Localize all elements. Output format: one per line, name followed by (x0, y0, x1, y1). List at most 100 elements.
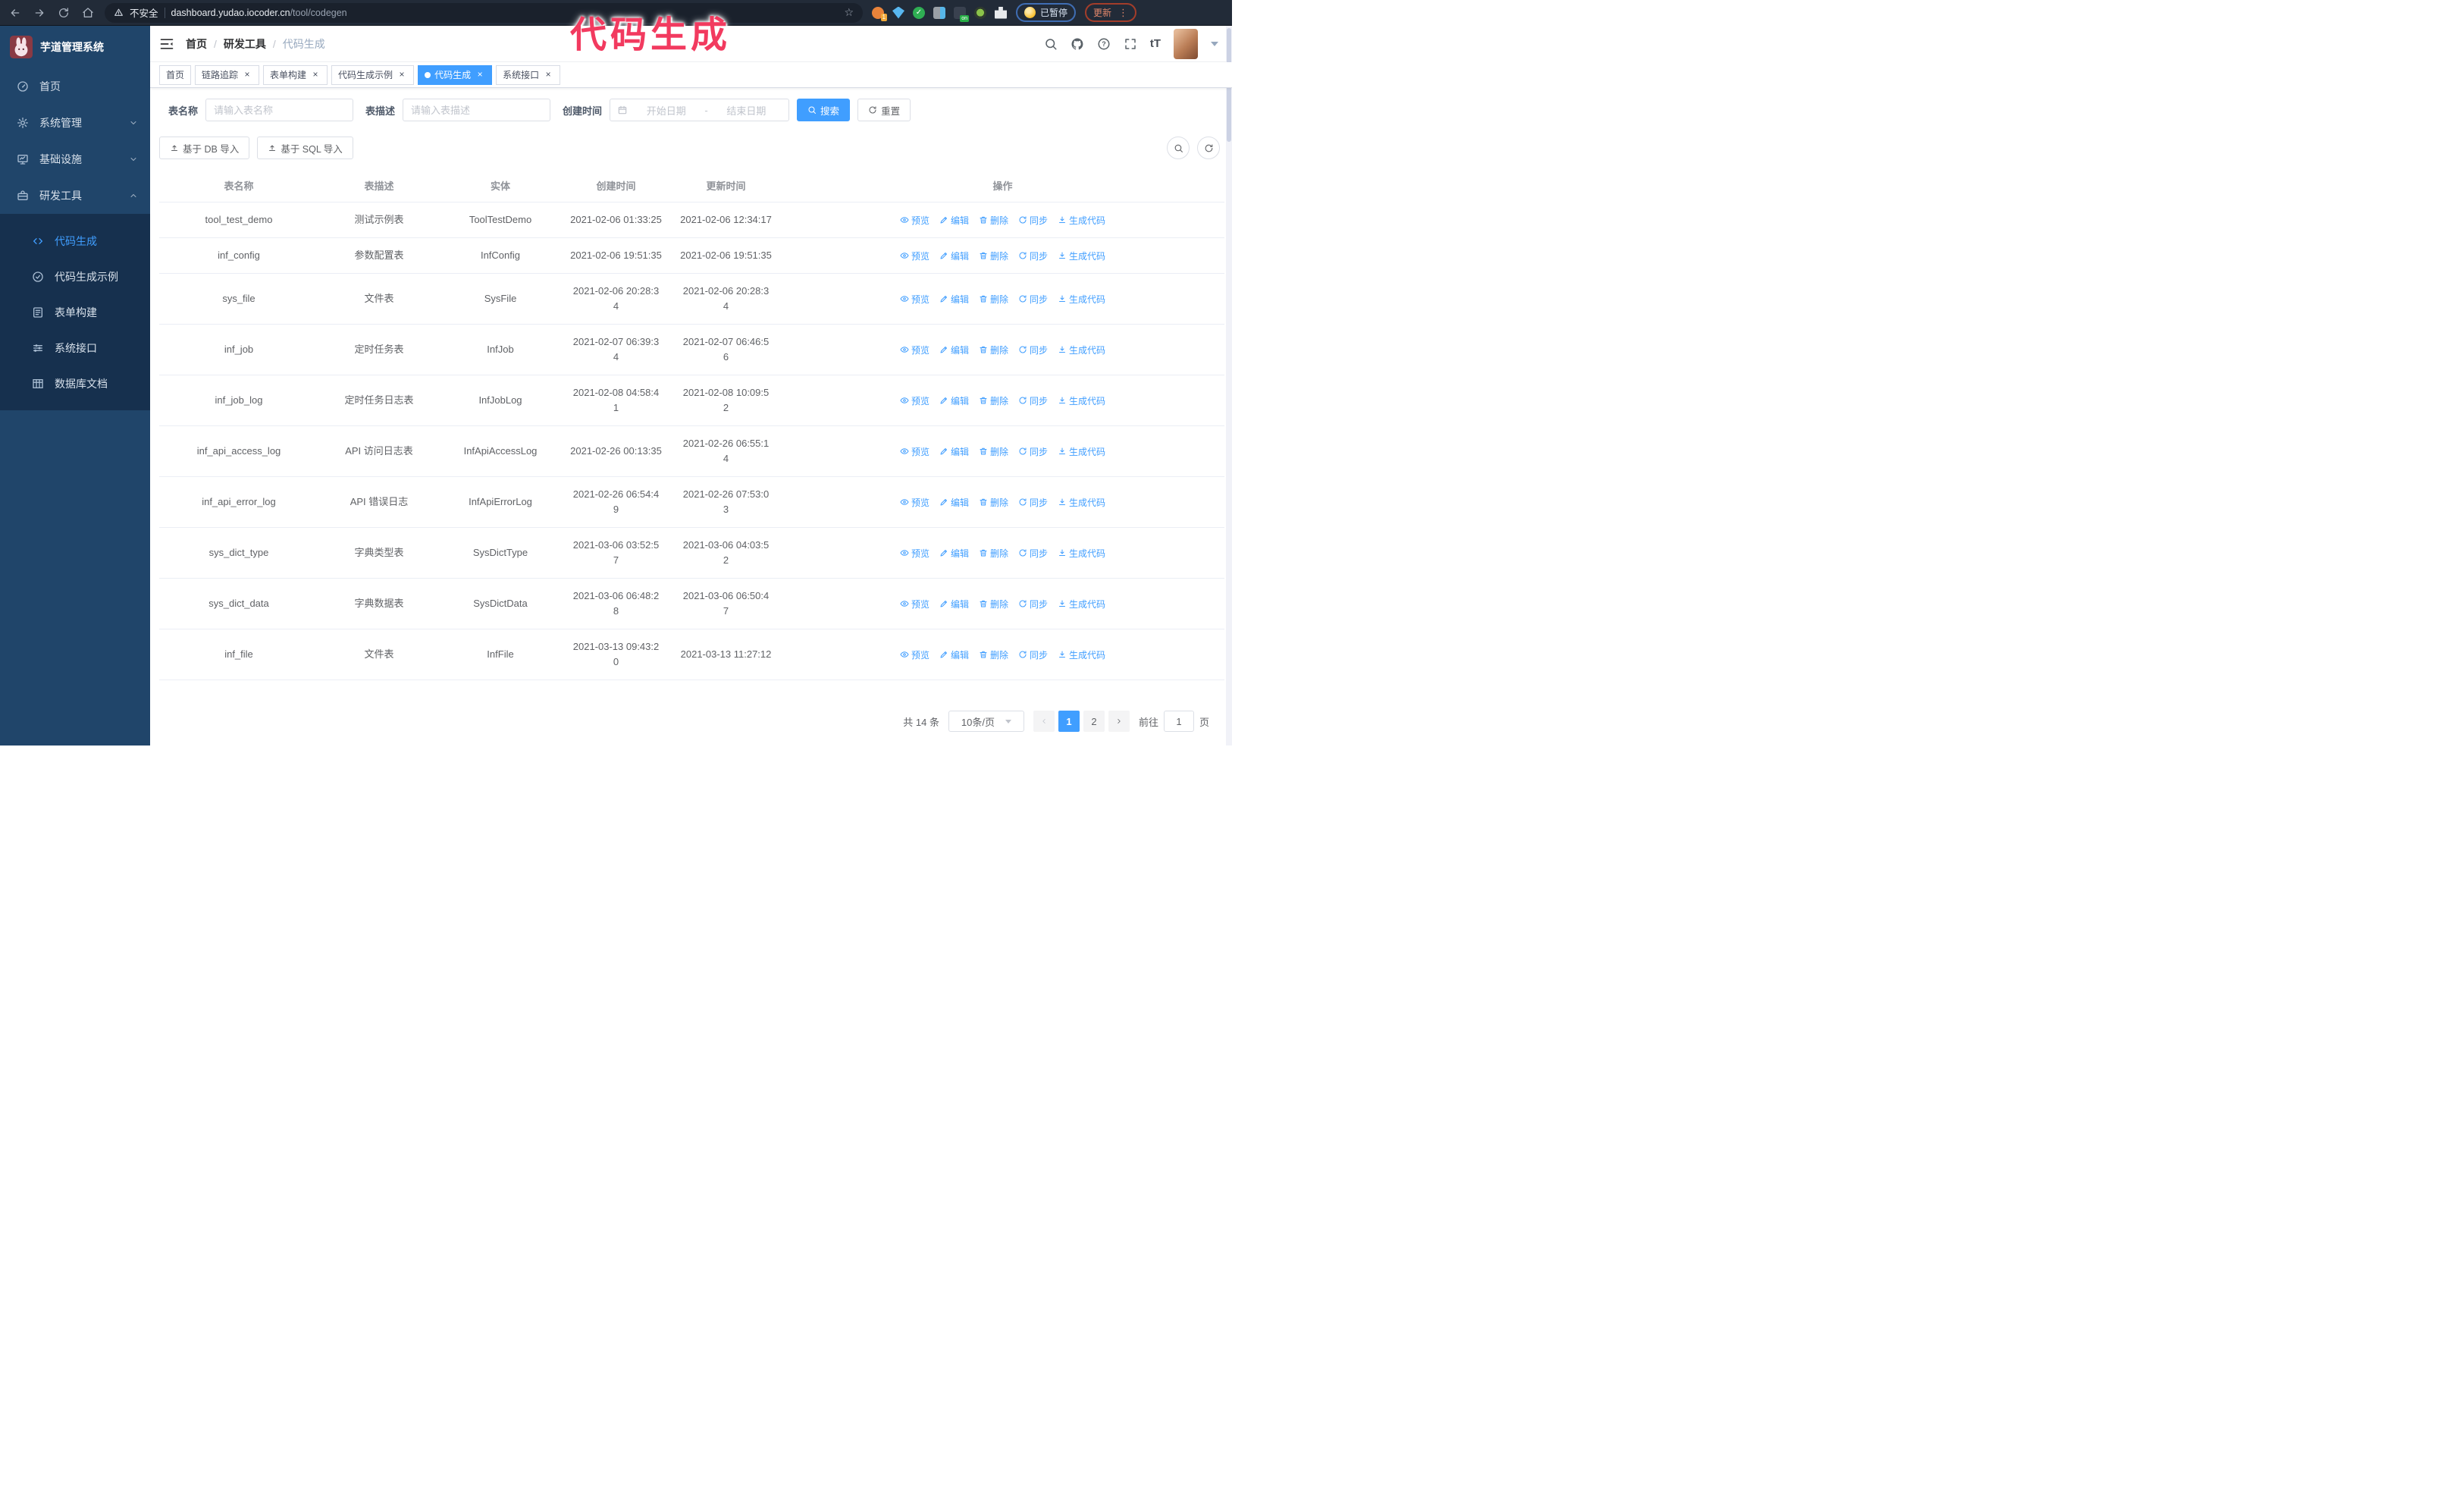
tab-代码生成示例[interactable]: 代码生成示例 × (331, 64, 415, 85)
extension-icon[interactable]: 1 (872, 6, 887, 21)
sidebar-subitem-代码生成[interactable]: 代码生成 (0, 223, 150, 259)
action-生成代码[interactable]: 生成代码 (1058, 496, 1105, 509)
action-预览[interactable]: 预览 (900, 214, 929, 227)
action-编辑[interactable]: 编辑 (939, 293, 969, 306)
action-预览[interactable]: 预览 (900, 598, 929, 611)
address-bar[interactable]: 不安全 dashboard.yudao.iocoder.cn/tool/code… (105, 2, 863, 23)
extension-monkey-icon[interactable] (974, 6, 986, 19)
extension-icon[interactable] (892, 6, 904, 19)
sidebar-item-基础设施[interactable]: 基础设施 (0, 141, 150, 177)
sidebar-subitem-表单构建[interactable]: 表单构建 (0, 294, 150, 330)
user-menu-caret-icon[interactable] (1211, 41, 1218, 46)
action-删除[interactable]: 删除 (979, 547, 1008, 560)
table-name-input[interactable] (205, 99, 354, 121)
fullscreen-icon[interactable] (1124, 37, 1137, 51)
import-db-button[interactable]: 基于 DB 导入 (159, 137, 250, 159)
action-编辑[interactable]: 编辑 (939, 547, 969, 560)
action-生成代码[interactable]: 生成代码 (1058, 250, 1105, 262)
action-同步[interactable]: 同步 (1018, 394, 1048, 407)
search-button[interactable]: 搜索 (797, 99, 851, 121)
action-生成代码[interactable]: 生成代码 (1058, 547, 1105, 560)
action-预览[interactable]: 预览 (900, 445, 929, 458)
extensions-puzzle-icon[interactable] (995, 6, 1007, 19)
action-编辑[interactable]: 编辑 (939, 496, 969, 509)
action-生成代码[interactable]: 生成代码 (1058, 648, 1105, 661)
action-删除[interactable]: 删除 (979, 250, 1008, 262)
toggle-search-button[interactable] (1167, 137, 1190, 159)
action-预览[interactable]: 预览 (900, 496, 929, 509)
sidebar-item-系统管理[interactable]: 系统管理 (0, 105, 150, 141)
sidebar-subitem-数据库文档[interactable]: 数据库文档 (0, 366, 150, 401)
action-同步[interactable]: 同步 (1018, 598, 1048, 611)
action-生成代码[interactable]: 生成代码 (1058, 394, 1105, 407)
action-同步[interactable]: 同步 (1018, 214, 1048, 227)
page-button-2[interactable]: 2 (1083, 711, 1105, 732)
action-生成代码[interactable]: 生成代码 (1058, 445, 1105, 458)
docs-question-icon[interactable] (1097, 37, 1111, 51)
extension-icon[interactable] (933, 6, 945, 19)
refresh-table-button[interactable] (1197, 137, 1220, 159)
tab-首页[interactable]: 首页 (159, 64, 192, 85)
import-sql-button[interactable]: 基于 SQL 导入 (257, 137, 353, 159)
action-同步[interactable]: 同步 (1018, 293, 1048, 306)
page-size-select[interactable]: 10条/页 (948, 711, 1024, 732)
browser-forward-icon[interactable] (32, 5, 47, 20)
font-size-icon[interactable]: tT (1150, 37, 1161, 50)
action-删除[interactable]: 删除 (979, 394, 1008, 407)
action-预览[interactable]: 预览 (900, 648, 929, 661)
sidebar-collapse-icon[interactable] (159, 36, 174, 52)
close-icon[interactable]: × (543, 69, 553, 80)
extension-shield-icon[interactable]: ✓ (913, 6, 925, 19)
header-search-icon[interactable] (1044, 37, 1058, 51)
close-icon[interactable]: × (310, 69, 321, 80)
sidebar-item-首页[interactable]: 首页 (0, 68, 150, 105)
action-编辑[interactable]: 编辑 (939, 214, 969, 227)
breadcrumb-item[interactable]: 研发工具 (224, 36, 266, 52)
extension-icon[interactable]: on (954, 6, 969, 22)
browser-update-button[interactable]: 更新 ⋮ (1085, 3, 1137, 22)
action-生成代码[interactable]: 生成代码 (1058, 344, 1105, 356)
action-同步[interactable]: 同步 (1018, 496, 1048, 509)
bookmark-star-icon[interactable]: ☆ (844, 6, 854, 19)
action-生成代码[interactable]: 生成代码 (1058, 293, 1105, 306)
close-icon[interactable]: × (475, 69, 485, 80)
sidebar-subitem-代码生成示例[interactable]: 代码生成示例 (0, 259, 150, 294)
action-删除[interactable]: 删除 (979, 598, 1008, 611)
page-button-1[interactable]: 1 (1058, 711, 1080, 732)
action-删除[interactable]: 删除 (979, 496, 1008, 509)
browser-reload-icon[interactable] (56, 5, 71, 20)
close-icon[interactable]: × (397, 69, 407, 80)
browser-back-icon[interactable] (8, 5, 23, 20)
action-删除[interactable]: 删除 (979, 214, 1008, 227)
tab-系统接口[interactable]: 系统接口 × (496, 64, 561, 85)
action-删除[interactable]: 删除 (979, 648, 1008, 661)
sidebar-subitem-系统接口[interactable]: 系统接口 (0, 330, 150, 366)
github-icon[interactable] (1071, 37, 1084, 51)
action-编辑[interactable]: 编辑 (939, 344, 969, 356)
browser-profile-chip[interactable]: 已暂停 (1016, 3, 1077, 22)
action-删除[interactable]: 删除 (979, 445, 1008, 458)
action-同步[interactable]: 同步 (1018, 250, 1048, 262)
action-编辑[interactable]: 编辑 (939, 394, 969, 407)
action-编辑[interactable]: 编辑 (939, 250, 969, 262)
sidebar-item-研发工具[interactable]: 研发工具 (0, 177, 150, 214)
prev-page-button[interactable] (1033, 711, 1055, 732)
action-编辑[interactable]: 编辑 (939, 648, 969, 661)
action-预览[interactable]: 预览 (900, 293, 929, 306)
action-同步[interactable]: 同步 (1018, 445, 1048, 458)
user-avatar[interactable] (1174, 28, 1198, 59)
action-预览[interactable]: 预览 (900, 344, 929, 356)
action-生成代码[interactable]: 生成代码 (1058, 598, 1105, 611)
action-同步[interactable]: 同步 (1018, 547, 1048, 560)
action-编辑[interactable]: 编辑 (939, 598, 969, 611)
breadcrumb-item[interactable]: 首页 (186, 36, 207, 52)
action-删除[interactable]: 删除 (979, 293, 1008, 306)
tab-表单构建[interactable]: 表单构建 × (263, 64, 328, 85)
tab-代码生成[interactable]: 代码生成 × (418, 64, 493, 85)
goto-page-input[interactable] (1163, 711, 1194, 732)
close-icon[interactable]: × (242, 69, 252, 80)
next-page-button[interactable] (1108, 711, 1130, 732)
action-预览[interactable]: 预览 (900, 394, 929, 407)
browser-menu-kebab-icon[interactable]: ⋮ (1118, 7, 1128, 19)
action-预览[interactable]: 预览 (900, 250, 929, 262)
